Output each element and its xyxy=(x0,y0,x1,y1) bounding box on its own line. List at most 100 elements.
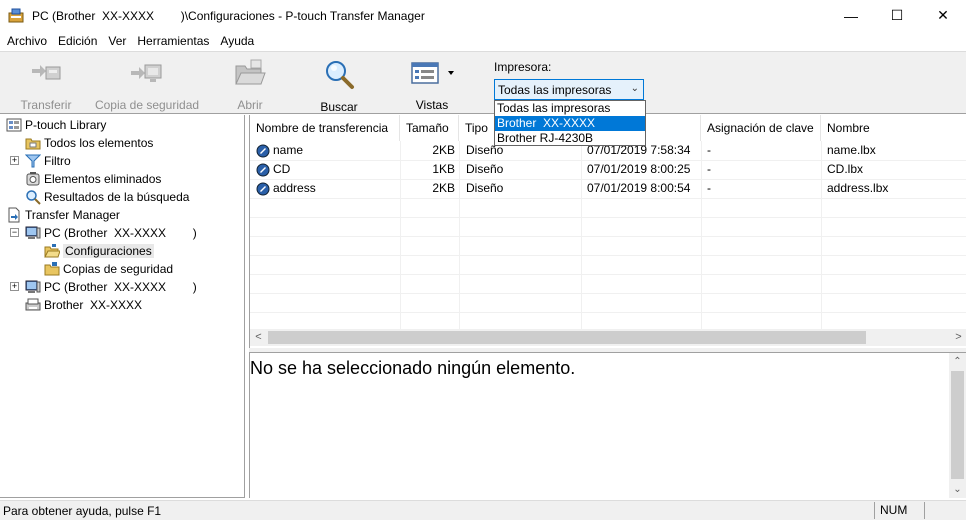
tree-item-configurations[interactable]: Configuraciones xyxy=(44,242,154,260)
menu-ayuda[interactable]: Ayuda xyxy=(216,34,258,48)
printer-dropdown-list: Todas las impresoras Brother XX-XXXX Bro… xyxy=(494,100,646,146)
cell-size: 1KB xyxy=(432,162,455,176)
window-title: PC (Brother XX-XXXX )\Configuraciones - … xyxy=(32,8,425,23)
folder-icon xyxy=(44,261,60,277)
library-icon xyxy=(6,117,22,133)
menu-herramientas[interactable]: Herramientas xyxy=(133,34,213,48)
column-header-size[interactable]: Tamaño xyxy=(400,115,459,141)
scroll-down-icon[interactable]: ⌄ xyxy=(949,481,966,498)
toolbar: Transferir Copia de seguridad Abrir Busc… xyxy=(0,51,966,114)
cell-date: 07/01/2019 8:00:25 xyxy=(587,162,691,176)
cell-date: 07/01/2019 8:00:54 xyxy=(587,181,691,195)
cell-name: name xyxy=(273,143,304,157)
layout-icon xyxy=(256,141,270,160)
cell-filename: CD.lbx xyxy=(827,162,864,176)
preview-pane: No se ha seleccionado ningún elemento. ⌃… xyxy=(249,353,966,498)
filter-icon xyxy=(25,153,41,169)
vertical-scrollbar[interactable]: ⌃ ⌄ xyxy=(949,353,966,498)
status-help-text: Para obtener ayuda, pulse F1 xyxy=(3,504,162,518)
cell-size: 2KB xyxy=(432,181,455,195)
transfer-icon xyxy=(30,58,62,88)
app-icon xyxy=(8,7,26,25)
cell-name: address xyxy=(273,181,316,195)
views-icon xyxy=(409,58,455,88)
transfer-table: Nombre de transferencia Tamaño Tipo Asig… xyxy=(249,115,966,348)
tree-item-pc2[interactable]: PC (Brother XX-XXXX ) xyxy=(25,278,197,296)
search-icon xyxy=(25,189,41,205)
views-button[interactable]: Vistas xyxy=(407,58,457,112)
close-button[interactable]: ✕ xyxy=(920,0,966,31)
chevron-down-icon: ⌄ xyxy=(630,83,639,94)
tree-item-search-results[interactable]: Resultados de la búsqueda xyxy=(25,188,189,206)
scroll-thumb[interactable] xyxy=(951,371,964,479)
transfer-button[interactable]: Transferir xyxy=(20,58,72,112)
cell-filename: name.lbx xyxy=(827,143,876,157)
cell-key: - xyxy=(707,162,711,176)
printer-icon xyxy=(25,297,41,313)
layout-icon xyxy=(256,179,270,198)
scroll-right-icon[interactable]: > xyxy=(950,329,966,346)
menu-ver[interactable]: Ver xyxy=(104,34,130,48)
tree-item-deleted[interactable]: Elementos eliminados xyxy=(25,170,161,188)
horizontal-scrollbar[interactable]: < > xyxy=(250,329,966,346)
cell-key: - xyxy=(707,181,711,195)
cell-name: CD xyxy=(273,162,291,176)
table-row[interactable]: CD 1KB Diseño 07/01/2019 8:00:25 - CD.lb… xyxy=(250,160,966,179)
printer-option[interactable]: Brother RJ-4230B xyxy=(495,131,645,146)
search-button[interactable]: Buscar xyxy=(318,58,360,114)
transfer-label: Transferir xyxy=(20,98,72,112)
status-bar: Para obtener ayuda, pulse F1 NUM xyxy=(0,500,966,520)
printer-label: Impresora: xyxy=(494,60,552,74)
scroll-up-icon[interactable]: ⌃ xyxy=(949,353,966,370)
column-header-filename[interactable]: Nombre xyxy=(821,115,966,141)
scroll-thumb[interactable] xyxy=(268,331,866,344)
open-folder-icon xyxy=(233,58,267,88)
title-bar: PC (Brother XX-XXXX )\Configuraciones - … xyxy=(0,0,966,31)
column-header-key[interactable]: Asignación de clave xyxy=(701,115,821,141)
tree-item-transfer-manager[interactable]: Transfer Manager xyxy=(6,206,120,224)
menu-edicion[interactable]: Edición xyxy=(54,34,101,48)
cell-filename: address.lbx xyxy=(827,181,889,195)
layout-icon xyxy=(256,160,270,179)
trash-icon xyxy=(25,171,41,187)
navigation-tree: P-touch Library Todos los elementos + Fi… xyxy=(0,115,245,498)
printer-option[interactable]: Todas las impresoras xyxy=(495,101,645,116)
folder-icon xyxy=(25,135,41,151)
tree-item-library[interactable]: P-touch Library xyxy=(6,116,106,134)
computer-icon xyxy=(25,279,41,295)
scroll-left-icon[interactable]: < xyxy=(250,329,267,346)
views-label: Vistas xyxy=(415,98,449,112)
minimize-button[interactable]: — xyxy=(828,0,874,31)
tree-item-all-items[interactable]: Todos los elementos xyxy=(25,134,153,152)
expand-icon[interactable]: + xyxy=(10,156,19,165)
status-num-indicator: NUM xyxy=(874,502,924,519)
maximize-button[interactable]: ☐ xyxy=(874,0,920,31)
backup-button[interactable]: Copia de seguridad xyxy=(94,58,200,112)
backup-icon xyxy=(127,58,167,88)
computer-icon xyxy=(25,225,41,241)
open-label: Abrir xyxy=(237,98,263,112)
search-icon xyxy=(323,58,355,90)
tree-item-backups[interactable]: Copias de seguridad xyxy=(44,260,173,278)
tree-item-filter[interactable]: Filtro xyxy=(25,152,71,170)
printer-select-value: Todas las impresoras xyxy=(498,82,612,97)
cell-type: Diseño xyxy=(466,162,504,176)
menu-archivo[interactable]: Archivo xyxy=(3,34,51,48)
cell-type: Diseño xyxy=(466,181,504,195)
menu-bar: Archivo Edición Ver Herramientas Ayuda xyxy=(0,31,966,51)
column-header-name[interactable]: Nombre de transferencia xyxy=(250,115,400,141)
expand-icon[interactable]: + xyxy=(10,282,19,291)
transfer-manager-icon xyxy=(6,207,22,223)
cell-size: 2KB xyxy=(432,143,455,157)
search-label: Buscar xyxy=(320,100,358,114)
collapse-icon[interactable]: − xyxy=(10,228,19,237)
tree-item-pc1[interactable]: PC (Brother XX-XXXX ) xyxy=(25,224,197,242)
tree-item-brother[interactable]: Brother XX-XXXX xyxy=(25,296,142,314)
cell-key: - xyxy=(707,143,711,157)
preview-message: No se ha seleccionado ningún elemento. xyxy=(250,358,576,378)
table-row[interactable]: address 2KB Diseño 07/01/2019 8:00:54 - … xyxy=(250,179,966,198)
open-button[interactable]: Abrir xyxy=(231,58,269,112)
backup-label: Copia de seguridad xyxy=(94,98,200,112)
printer-option-selected[interactable]: Brother XX-XXXX xyxy=(495,116,645,131)
printer-select[interactable]: Todas las impresoras ⌄ xyxy=(494,79,644,100)
